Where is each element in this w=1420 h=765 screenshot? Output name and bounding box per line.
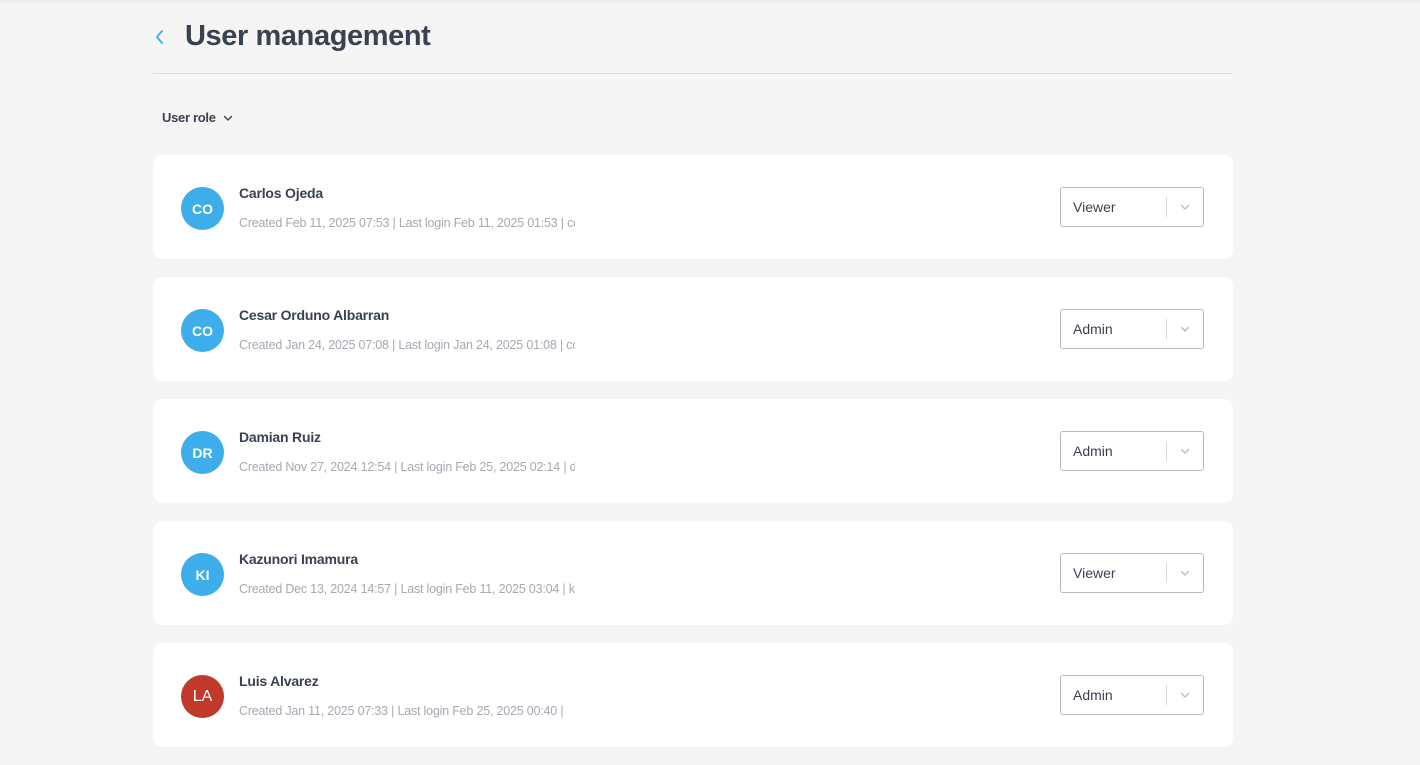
chevron-down-icon — [1167, 323, 1203, 335]
user-name: Damian Ruiz — [239, 429, 321, 445]
page-title: User management — [185, 20, 431, 52]
user-name: Luis Alvarez — [239, 673, 319, 689]
page-container: User management User role CO Carlos Ojed… — [153, 0, 1233, 747]
role-select[interactable]: Admin — [1060, 309, 1204, 349]
user-meta: Created Dec 13, 2024 14:57 | Last login … — [239, 582, 575, 596]
user-card: CO Carlos Ojeda Created Feb 11, 2025 07:… — [153, 155, 1233, 259]
user-meta: Created Nov 27, 2024 12:54 | Last login … — [239, 460, 575, 474]
user-card: LA Luis Alvarez Created Jan 11, 2025 07:… — [153, 643, 1233, 747]
user-meta: Created Jan 24, 2025 07:08 | Last login … — [239, 338, 575, 352]
avatar: CO — [181, 309, 224, 352]
user-list: CO Carlos Ojeda Created Feb 11, 2025 07:… — [153, 155, 1233, 765]
role-select[interactable]: Admin — [1060, 431, 1204, 471]
role-select-value: Admin — [1073, 687, 1113, 703]
back-button[interactable] — [149, 26, 171, 48]
user-role-filter-label: User role — [162, 110, 216, 125]
chevron-down-icon — [1167, 689, 1203, 701]
avatar: DR — [181, 431, 224, 474]
role-select-value: Viewer — [1073, 199, 1116, 215]
user-meta: Created Feb 11, 2025 07:53 | Last login … — [239, 216, 575, 230]
user-card: KI Kazunori Imamura Created Dec 13, 2024… — [153, 521, 1233, 625]
role-select[interactable]: Viewer — [1060, 187, 1204, 227]
role-select[interactable]: Admin — [1060, 675, 1204, 715]
user-name: Carlos Ojeda — [239, 185, 323, 201]
chevron-left-icon — [156, 29, 163, 44]
page-header: User management — [153, 0, 1233, 74]
avatar: CO — [181, 187, 224, 230]
avatar: KI — [181, 553, 224, 596]
role-select-value: Viewer — [1073, 565, 1116, 581]
role-select[interactable]: Viewer — [1060, 553, 1204, 593]
chevron-down-icon — [1167, 567, 1203, 579]
role-select-value: Admin — [1073, 321, 1113, 337]
user-role-filter[interactable]: User role — [162, 110, 234, 125]
user-name: Cesar Orduno Albarran — [239, 307, 390, 323]
user-card: CO Cesar Orduno Albarran Created Jan 24,… — [153, 277, 1233, 381]
chevron-down-icon — [222, 112, 234, 124]
chevron-down-icon — [1167, 445, 1203, 457]
user-meta: Created Jan 11, 2025 07:33 | Last login … — [239, 704, 564, 718]
avatar: LA — [181, 675, 224, 718]
role-select-value: Admin — [1073, 443, 1113, 459]
user-name: Kazunori Imamura — [239, 551, 358, 567]
user-card: DR Damian Ruiz Created Nov 27, 2024 12:5… — [153, 399, 1233, 503]
chevron-down-icon — [1167, 201, 1203, 213]
